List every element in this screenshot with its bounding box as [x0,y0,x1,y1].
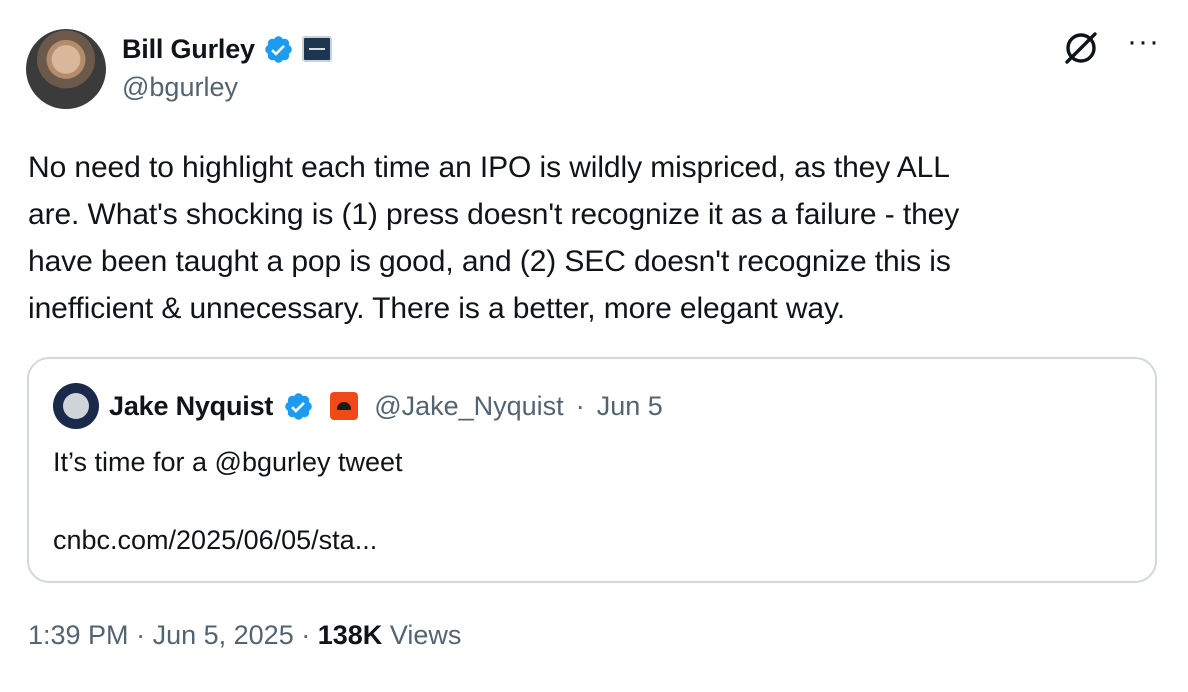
tweet-date[interactable]: Jun 5, 2025 [153,620,294,650]
tweet-actions-top: ··· [1061,27,1160,68]
tweet-footer: 1:39 PM · Jun 5, 2025 · 138K Views [28,620,461,651]
tweet-text: No need to highlight each time an IPO is… [28,151,960,325]
affiliation-badge-icon[interactable] [301,36,332,62]
more-icon[interactable]: ··· [1127,27,1160,57]
grok-icon[interactable] [1061,28,1101,68]
verified-badge-icon [265,35,292,63]
quoted-tweet-date[interactable]: Jun 5 [597,391,663,422]
author-block: Bill Gurley @bgurley [122,30,332,103]
views-label: Views [389,620,462,650]
tweet-time[interactable]: 1:39 PM [28,620,129,650]
quoted-tweet[interactable]: Jake Nyquist @Jake_Nyquist · Jun 5 It’s … [27,357,1157,583]
separator-dot: · [301,620,311,650]
author-name-row: Bill Gurley [122,30,332,68]
quoted-author-handle[interactable]: @Jake_Nyquist [374,391,564,422]
quoted-tweet-header: Jake Nyquist @Jake_Nyquist · Jun 5 [53,383,663,429]
quoted-tweet-text: It’s time for a @bgurley tweet [53,447,403,477]
affiliation-badge-icon[interactable] [330,392,359,420]
quoted-author-name[interactable]: Jake Nyquist [109,391,273,422]
author-name[interactable]: Bill Gurley [122,34,255,65]
quoted-author-avatar[interactable] [53,383,99,429]
separator-dot: · [575,390,585,421]
author-handle[interactable]: @bgurley [122,72,332,103]
verified-badge-icon [285,392,312,420]
quoted-tweet-link[interactable]: cnbc.com/2025/06/05/sta... [53,521,377,559]
separator-dot: · [136,620,146,650]
views-count: 138K [317,620,383,650]
author-avatar[interactable] [26,29,106,109]
